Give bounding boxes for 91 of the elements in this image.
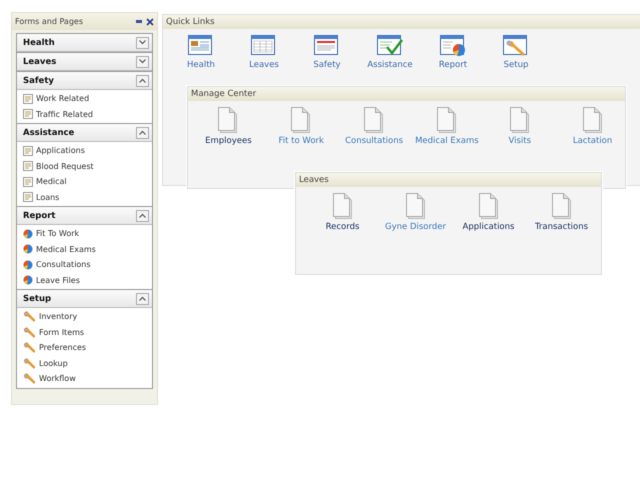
link-tile[interactable]: Fit to Work [268,107,334,146]
section-header[interactable]: Safety [17,71,152,90]
health-window-icon [188,35,214,57]
sidebar-item[interactable]: Traffic Related [17,106,152,122]
pie-chart-icon [23,244,33,254]
sidebar-item[interactable]: Lookup [17,356,152,371]
close-icon[interactable] [146,18,154,26]
quick-link[interactable]: Assistance [365,35,415,70]
sidebar-title: Forms and Pages [15,17,83,26]
expand-icon [139,40,146,45]
wrench-icon [23,342,36,354]
document-icon [23,192,33,202]
toggle-button[interactable] [136,126,149,138]
section-title: Assistance [23,128,74,138]
section-header[interactable]: Report [17,206,152,225]
wrench-icon [23,311,36,322]
section-header[interactable]: Leaves [17,52,152,71]
toggle-button[interactable] [136,36,149,48]
link-tile[interactable]: Visits [487,107,552,146]
document-icon [332,193,354,219]
sidebar-item[interactable]: Leave Files [17,272,152,288]
section-title: Health [23,38,55,48]
document-icon [582,107,604,133]
sidebar-item[interactable]: Form Items [17,324,152,340]
panel-title: Quick Links [166,17,215,27]
section-title: Leaves [23,56,56,66]
document-icon [436,107,458,133]
sidebar-item[interactable]: Blood Request [17,158,152,174]
expand-icon [139,59,146,64]
sidebar-item[interactable]: Medical Exams [17,242,152,257]
section-header[interactable]: Setup [17,289,152,308]
pie-chart-icon [23,275,33,286]
quick-link[interactable]: Safety [302,35,352,70]
document-icon [23,109,33,120]
document-icon [478,193,500,219]
link-tile[interactable]: Records [310,193,375,232]
document-icon [23,94,33,104]
quick-link[interactable]: Setup [491,35,541,70]
link-tile[interactable]: Applications [456,193,521,232]
panel-title: Leaves [299,175,329,185]
link-tile[interactable]: Lactation [560,107,625,146]
collapse-icon [139,78,146,83]
toggle-button[interactable] [136,74,149,86]
document-icon [23,176,33,187]
pie-chart-icon [23,260,33,270]
document-icon [550,193,572,219]
toggle-button[interactable] [136,210,149,222]
collapse-icon [139,213,146,218]
table-window-icon [251,35,277,57]
link-tile[interactable]: Medical Exams [414,107,480,146]
quick-link[interactable]: Report [428,35,478,70]
quick-link[interactable]: Health [176,35,226,70]
pie-chart-icon [23,228,33,239]
collapse-icon [139,130,146,135]
section-title: Setup [23,294,52,304]
form-window-icon [314,35,340,57]
document-icon [23,146,33,156]
checkmark-window-icon [377,35,403,57]
wrench-window-icon [503,35,529,57]
wrench-icon [23,358,36,369]
link-tile[interactable]: Gyne Disorder [383,193,448,232]
document-icon [23,161,33,172]
panel-title: Manage Center [191,89,256,99]
document-icon [404,193,426,219]
section-title: Safety [23,76,54,86]
sidebar-item[interactable]: Preferences [17,340,152,356]
link-tile[interactable]: Transactions [529,193,594,232]
sidebar-item[interactable]: Work Related [17,91,152,106]
document-icon [217,107,240,133]
document-icon [363,107,386,133]
document-icon [290,107,312,133]
section-title: Report [23,210,56,220]
sidebar-item[interactable]: Consultations [17,257,152,272]
toggle-button[interactable] [136,292,149,304]
toggle-button[interactable] [136,56,149,68]
sidebar-item[interactable]: Fit To Work [17,226,152,242]
link-tile[interactable]: Employees [196,107,261,146]
section-header[interactable]: Assistance [17,123,152,142]
section-header[interactable]: Health [17,34,152,52]
sidebar-item[interactable]: Loans [17,190,152,205]
sidebar-item[interactable]: Applications [17,143,152,158]
wrench-icon [23,326,36,338]
wrench-icon [23,373,36,384]
document-icon [508,107,531,133]
collapse-icon [139,296,146,301]
quick-link[interactable]: Leaves [239,35,289,70]
sidebar-item[interactable]: Inventory [17,309,152,324]
sidebar-item[interactable]: Workflow [17,371,152,386]
link-tile[interactable]: Consultations [342,107,406,146]
pie-chart-window-icon [440,35,466,57]
sidebar-item[interactable]: Medical [17,174,152,190]
